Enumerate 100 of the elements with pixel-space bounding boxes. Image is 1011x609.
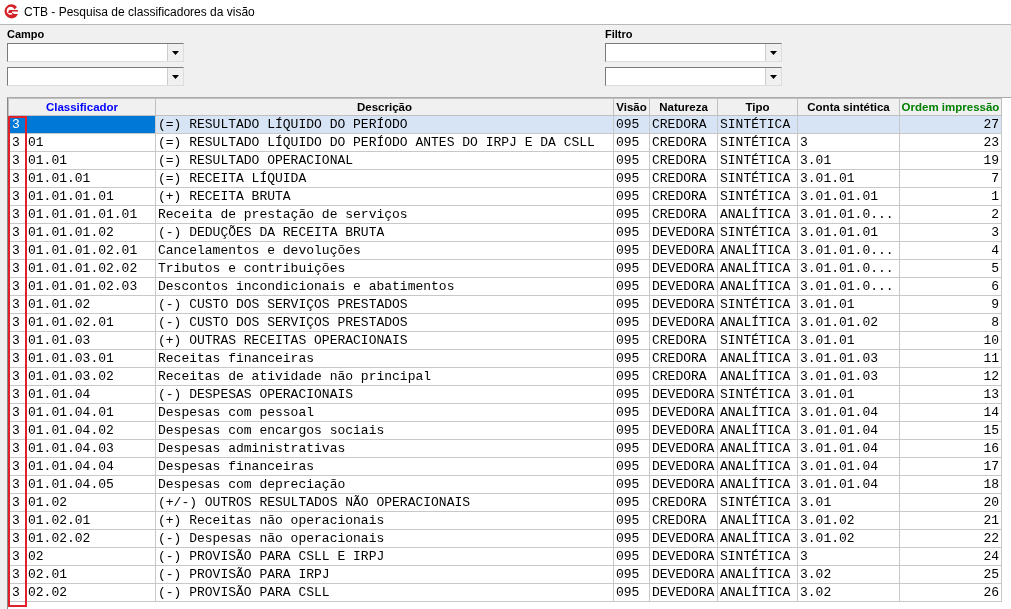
synthetic-account-cell: 3.01.02: [797, 529, 900, 548]
view-cell: 095: [613, 547, 650, 566]
type-cell: SINTÉTICA: [717, 133, 798, 152]
level-cell-text: 3: [12, 566, 21, 583]
nature-cell: DEVEDORA: [649, 439, 718, 458]
classifier-code: 01.01.04: [28, 387, 91, 402]
classifier-code: 01.01.03: [28, 333, 91, 348]
print-order-cell: 17: [899, 457, 1002, 476]
description-cell: (+) RECEITA BRUTA: [155, 187, 614, 206]
column-header[interactable]: Tipo: [717, 98, 798, 116]
type-cell: SINTÉTICA: [717, 187, 798, 206]
column-header[interactable]: Conta sintética: [797, 98, 900, 116]
dropdown-field[interactable]: [605, 67, 782, 86]
synthetic-account-cell: 3.01.01.04: [797, 457, 900, 476]
level-cell-text: 3: [12, 188, 21, 205]
level-cell-text: 3: [12, 440, 21, 457]
classifier-code: 01.01.04.01: [28, 405, 114, 420]
view-cell: 095: [613, 475, 650, 494]
column-header[interactable]: Visão: [613, 98, 650, 116]
print-order-cell: 12: [899, 367, 1002, 386]
synthetic-account-cell: 3.01.01: [797, 295, 900, 314]
classifier-code: 01.01.01: [28, 171, 91, 186]
view-cell: 095: [613, 187, 650, 206]
dropdown-field[interactable]: [605, 43, 782, 62]
synthetic-account-cell: 3.01: [797, 493, 900, 512]
classifier-code: 01.01.01.02.01: [28, 243, 138, 258]
print-order-cell: 9: [899, 295, 1002, 314]
description-cell: Receita de prestação de serviços: [155, 205, 614, 224]
column-header[interactable]: Natureza: [649, 98, 718, 116]
nature-cell: DEVEDORA: [649, 583, 718, 602]
level-cell-text: 3: [12, 314, 21, 331]
type-cell: SINTÉTICA: [717, 547, 798, 566]
type-cell: ANALÍTICA: [717, 313, 798, 332]
print-order-cell: 26: [899, 583, 1002, 602]
nature-cell: CREDORA: [649, 511, 718, 530]
synthetic-account-cell: 3.01.01.01: [797, 223, 900, 242]
view-cell: 095: [613, 205, 650, 224]
classifier-code: 01.01.01.02.02: [28, 261, 138, 276]
view-cell: 095: [613, 493, 650, 512]
classifier-code: 02.01: [28, 567, 67, 582]
dropdown-field[interactable]: [7, 67, 184, 86]
description-cell: (-) CUSTO DOS SERVIÇOS PRESTADOS: [155, 313, 614, 332]
type-cell: ANALÍTICA: [717, 565, 798, 584]
level-cell-text: 3: [12, 116, 21, 133]
classifier-code: 01.01.04.03: [28, 441, 114, 456]
view-cell: 095: [613, 457, 650, 476]
type-cell: ANALÍTICA: [717, 349, 798, 368]
type-cell: ANALÍTICA: [717, 475, 798, 494]
level-cell-text: 3: [12, 350, 21, 367]
classifier-code: 01.01.01.02.03: [28, 279, 138, 294]
column-header[interactable]: Ordem impressão: [899, 98, 1002, 116]
type-cell: SINTÉTICA: [717, 169, 798, 188]
description-cell: (=) RECEITA LÍQUIDA: [155, 169, 614, 188]
print-order-cell: 4: [899, 241, 1002, 260]
synthetic-account-cell: 3.01.01: [797, 169, 900, 188]
view-cell: 095: [613, 223, 650, 242]
filter-label: Campo: [7, 28, 46, 40]
classifier-code: 01.01.01.02: [28, 225, 114, 240]
level-cell-text: 3: [12, 224, 21, 241]
print-order-cell: 23: [899, 133, 1002, 152]
view-cell: 095: [613, 511, 650, 530]
app-logo-icon: [3, 4, 19, 20]
type-cell: SINTÉTICA: [717, 493, 798, 512]
description-cell: Receitas de atividade não principal: [155, 367, 614, 386]
synthetic-account-cell: 3.01: [797, 151, 900, 170]
type-cell: ANALÍTICA: [717, 457, 798, 476]
nature-cell: CREDORA: [649, 151, 718, 170]
synthetic-account-cell: 3.02: [797, 565, 900, 584]
synthetic-account-cell: 3.01.02: [797, 511, 900, 530]
print-order-cell: 20: [899, 493, 1002, 512]
dropdown-field[interactable]: [7, 43, 184, 62]
description-cell: Despesas com encargos sociais: [155, 421, 614, 440]
type-cell: ANALÍTICA: [717, 511, 798, 530]
print-order-cell: 24: [899, 547, 1002, 566]
description-cell: Despesas financeiras: [155, 457, 614, 476]
classifier-code: 01.01.03.02: [28, 369, 114, 384]
classifier-code: 01.02.01: [28, 513, 91, 528]
description-cell: Tributos e contribuições: [155, 259, 614, 278]
nature-cell: DEVEDORA: [649, 457, 718, 476]
synthetic-account-cell: 3.01.01.0...: [797, 205, 900, 224]
classifier-code: 01.01.01.01: [28, 189, 114, 204]
view-cell: 095: [613, 133, 650, 152]
type-cell: SINTÉTICA: [717, 151, 798, 170]
description-cell: (-) CUSTO DOS SERVIÇOS PRESTADOS: [155, 295, 614, 314]
nature-cell: CREDORA: [649, 331, 718, 350]
view-cell: 095: [613, 583, 650, 602]
classifier-code: 01: [28, 135, 44, 150]
level-cell-text: 3: [12, 476, 21, 493]
column-header[interactable]: Classificador: [8, 98, 156, 116]
view-cell: 095: [613, 439, 650, 458]
description-cell: (-) DESPESAS OPERACIONAIS: [155, 385, 614, 404]
description-cell: (+) Receitas não operacionais: [155, 511, 614, 530]
view-cell: 095: [613, 277, 650, 296]
classifier-code: 01.01.03.01: [28, 351, 114, 366]
print-order-cell: 22: [899, 529, 1002, 548]
print-order-cell: 1: [899, 187, 1002, 206]
print-order-cell: 16: [899, 439, 1002, 458]
print-order-cell: 10: [899, 331, 1002, 350]
column-header[interactable]: Descrição: [155, 98, 614, 116]
print-order-cell: 19: [899, 151, 1002, 170]
